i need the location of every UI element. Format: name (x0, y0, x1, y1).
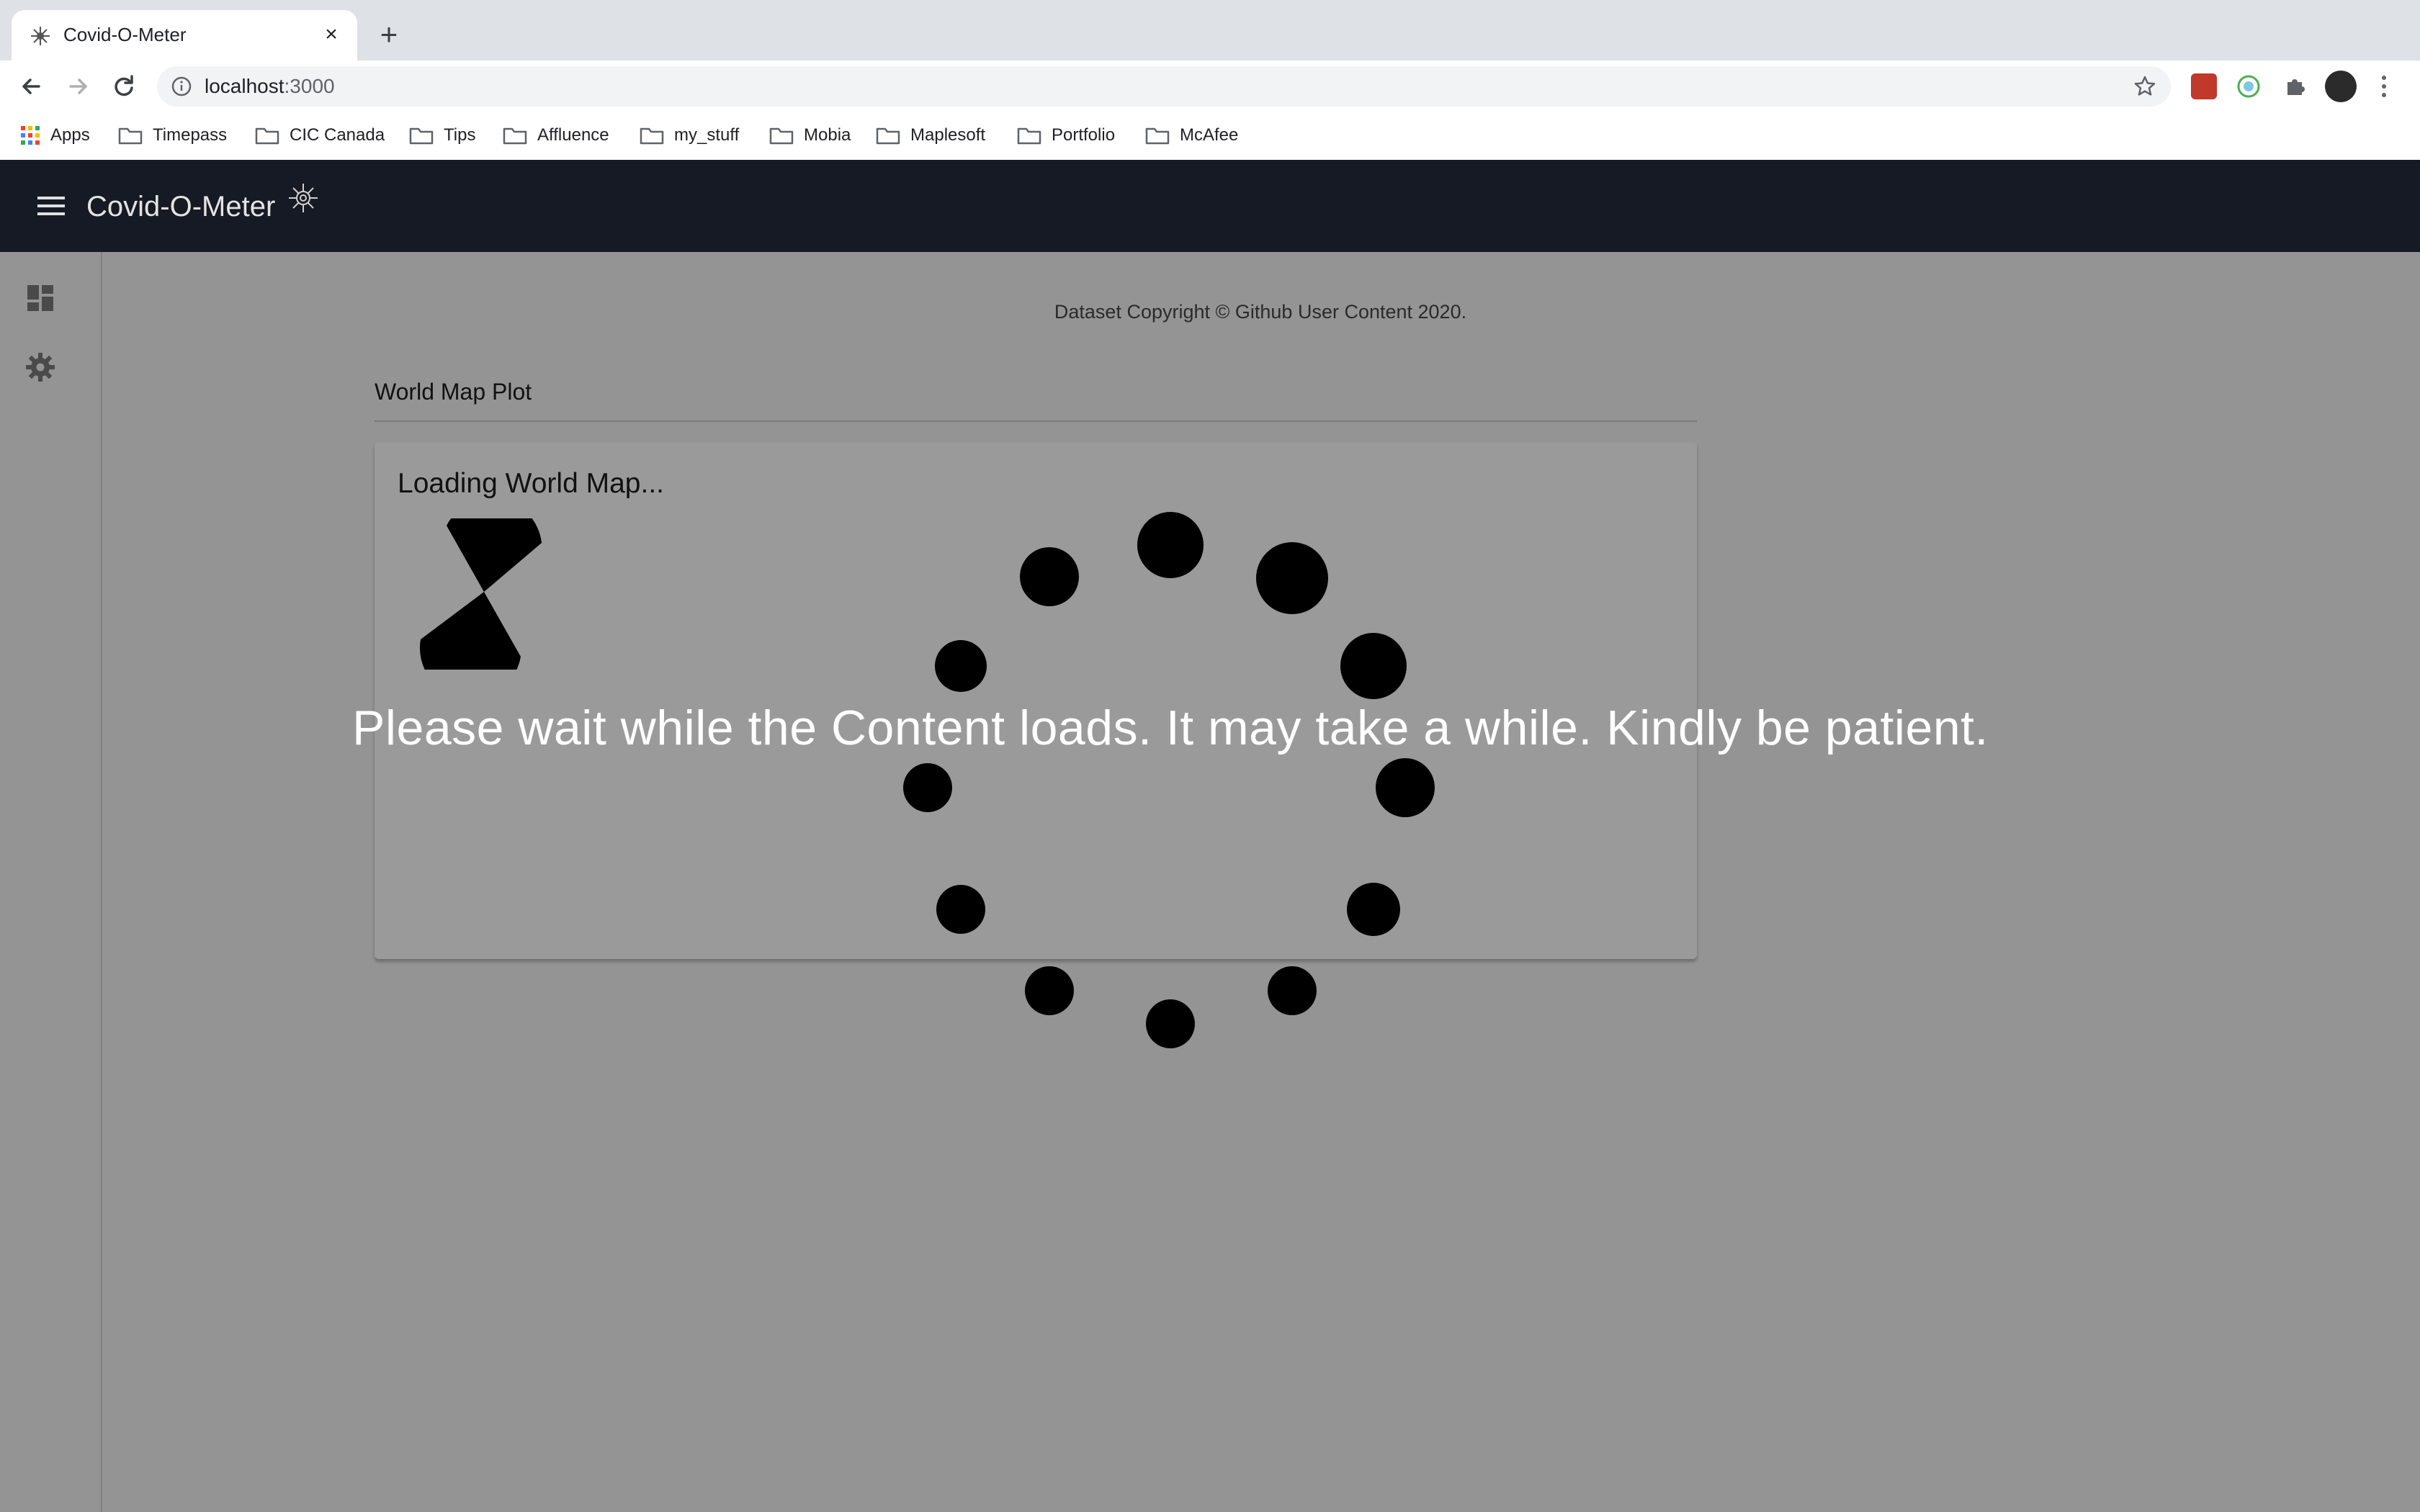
folder-icon (876, 127, 900, 145)
atom-favicon-icon (31, 27, 50, 45)
address-bar[interactable] (157, 66, 2171, 107)
extension-2-icon[interactable] (2236, 73, 2262, 99)
loading-spinner-icon (903, 512, 1435, 1048)
back-arrow-icon[interactable] (13, 68, 50, 105)
profile-avatar[interactable] (2325, 71, 2357, 102)
settings-gear-icon[interactable] (24, 351, 56, 383)
new-tab-button[interactable]: + (375, 19, 403, 50)
forward-arrow-icon[interactable] (59, 68, 97, 105)
loading-wait-message: Please wait while the Content loads. It … (352, 701, 1989, 755)
copyright-text: Dataset Copyright © Github User Content … (1054, 301, 1467, 323)
folder-icon (769, 127, 794, 145)
url-text[interactable]: localhost:3000 (205, 74, 335, 99)
sidebar (0, 252, 102, 1512)
bookmark-maplesoft[interactable]: Maplesoft (876, 122, 985, 148)
tab-title: Covid-O-Meter (63, 24, 187, 45)
app-title: Covid-O-Meter (86, 191, 276, 222)
folder-icon (503, 127, 527, 145)
bookmark-mcafee[interactable]: McAfee (1145, 122, 1238, 148)
folder-icon (640, 127, 664, 145)
browser-tab-strip (0, 0, 2420, 60)
section-divider (375, 420, 1697, 422)
bookmark-tips[interactable]: Tips (409, 122, 475, 148)
pie-loader-icon (419, 518, 542, 670)
bookmark-mobia[interactable]: Mobia (769, 122, 851, 148)
bookmark-star-icon[interactable] (2132, 73, 2158, 99)
app-header (0, 160, 2420, 252)
section-title: World Map Plot (375, 379, 532, 405)
extension-1-icon[interactable] (2191, 73, 2217, 99)
virus-logo-icon (289, 184, 318, 212)
extensions-puzzle-icon[interactable] (2282, 73, 2308, 99)
bookmark-timepass[interactable]: Timepass (118, 122, 227, 148)
site-info-icon[interactable] (170, 75, 193, 98)
folder-icon (1145, 127, 1170, 145)
menu-icon[interactable] (36, 194, 66, 217)
folder-icon (409, 127, 434, 145)
bookmark-portfolio[interactable]: Portfolio (1017, 122, 1115, 148)
bookmark-affluence[interactable]: Affluence (503, 122, 609, 148)
loading-title: Loading World Map... (398, 468, 664, 499)
bookmark-my-stuff[interactable]: my_stuff (640, 122, 739, 148)
more-vert-icon[interactable] (2377, 72, 2391, 101)
tab-close-icon[interactable]: × (320, 23, 343, 46)
bookmark-cic-canada[interactable]: CIC Canada (255, 122, 385, 148)
bookmark-apps[interactable]: Apps (20, 122, 90, 148)
apps-grid-icon (21, 126, 40, 145)
folder-icon (255, 127, 279, 145)
folder-icon (1017, 127, 1041, 145)
folder-icon (118, 127, 143, 145)
reload-icon[interactable] (105, 68, 143, 105)
